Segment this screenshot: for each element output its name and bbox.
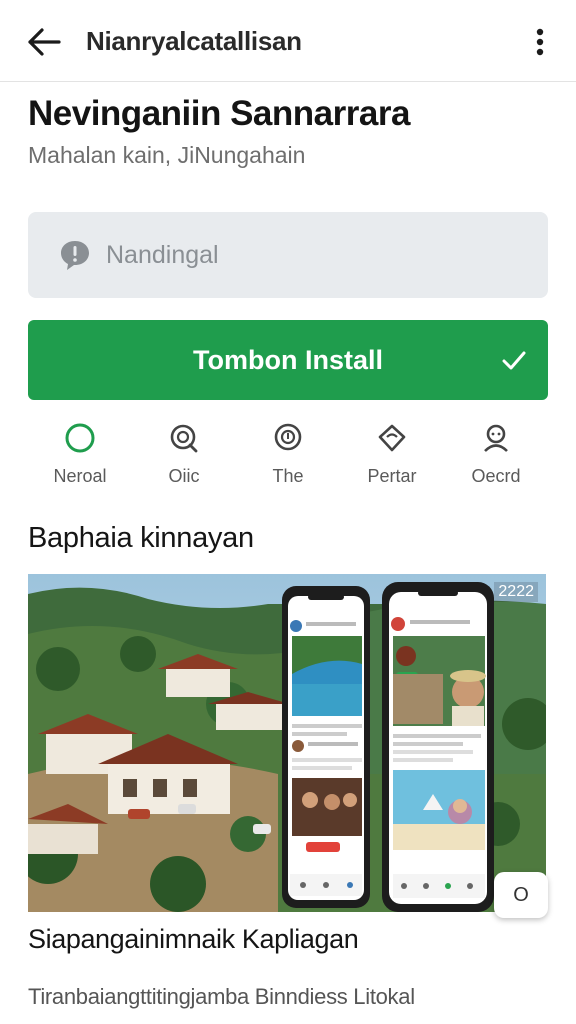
heart-icon (378, 424, 406, 452)
check-icon (502, 351, 526, 370)
person-icon (484, 424, 508, 452)
info-icon (274, 423, 302, 451)
action-oecrd[interactable]: Oecrd (444, 420, 548, 496)
caption-title: Siapangainimnaik Kapliagan (28, 924, 359, 954)
search-input[interactable]: Nandingal (28, 212, 548, 298)
install-button-label: Tombon Install (193, 344, 383, 375)
caption-description: Tiranbaiangttitingjamba Binndiess Litoka… (28, 984, 415, 1009)
fab-label: O (513, 883, 529, 906)
search-placeholder: Nandingal (106, 240, 219, 269)
action-oiic[interactable]: Oiic (132, 420, 236, 496)
action-label: Oecrd (471, 466, 521, 486)
action-label: Oiic (168, 466, 200, 486)
app-name: Nevinganiin Sannarrara (28, 94, 410, 133)
search-icon (170, 424, 198, 453)
arrow-left-icon (28, 28, 61, 56)
more-vert-icon (536, 28, 544, 56)
action-label: The (272, 466, 304, 486)
floating-action-button[interactable]: O (494, 872, 548, 918)
chat-bubble-icon (61, 241, 89, 270)
back-button[interactable] (24, 22, 64, 62)
action-the[interactable]: The (236, 420, 340, 496)
more-options-button[interactable] (522, 22, 558, 62)
action-pertar[interactable]: Pertar (340, 420, 444, 496)
app-subtitle: Mahalan kain, JiNungahain (28, 142, 306, 168)
screenshot-badge: 2222 (494, 582, 538, 602)
action-row: Neroal Oiic The Pertar Oecrd (28, 420, 548, 496)
page-title: Nianryalcatallisan (86, 26, 302, 56)
circle-icon (65, 423, 95, 453)
install-button[interactable]: Tombon Install (28, 320, 548, 400)
app-screenshot[interactable]: 2222 (28, 574, 546, 912)
action-label: Neroal (53, 466, 107, 486)
village-photo (28, 574, 546, 912)
top-app-bar: Nianryalcatallisan (0, 0, 576, 82)
action-neroal[interactable]: Neroal (28, 420, 132, 496)
section-title: Baphaia kinnayan (28, 522, 254, 554)
action-label: Pertar (367, 466, 417, 486)
